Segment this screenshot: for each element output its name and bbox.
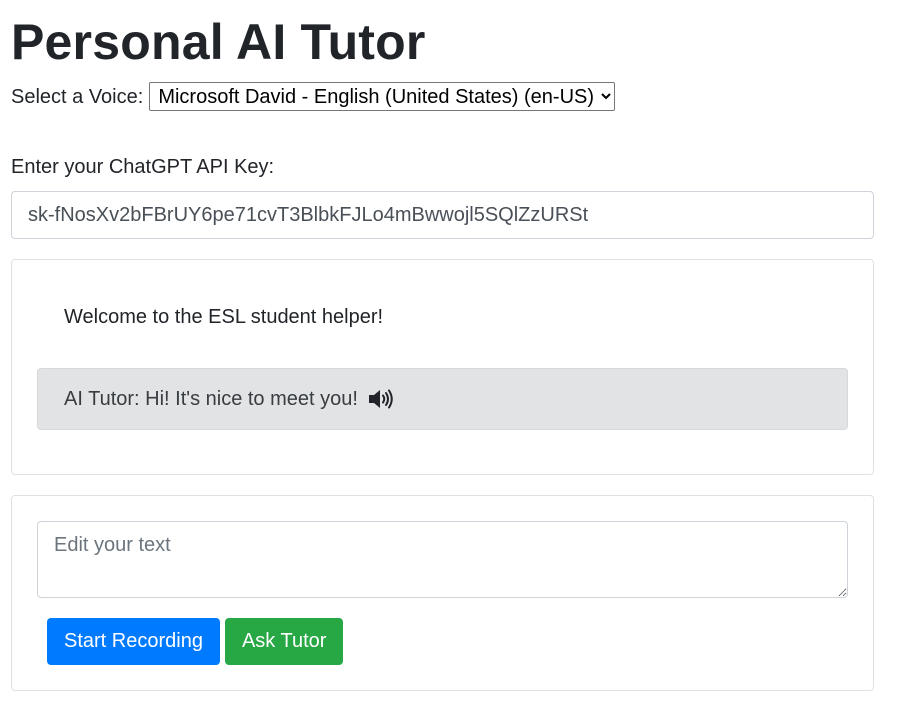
voice-selector-row: Select a Voice: Microsoft David - Englis… <box>11 82 889 111</box>
voice-select[interactable]: Microsoft David - English (United States… <box>149 82 616 111</box>
page-title: Personal AI Tutor <box>11 14 426 70</box>
tutor-message: AI Tutor: Hi! It's nice to meet you! <box>37 368 848 430</box>
chat-panel: Welcome to the ESL student helper! AI Tu… <box>11 259 874 475</box>
composer-buttons: Start Recording Ask Tutor <box>37 618 848 665</box>
speaker-icon[interactable] <box>368 388 394 410</box>
welcome-message: Welcome to the ESL student helper! <box>64 306 384 328</box>
composer-panel: Start Recording Ask Tutor <box>11 495 874 691</box>
tutor-message-text: AI Tutor: Hi! It's nice to meet you! <box>64 387 358 410</box>
page: Personal AI Tutor Select a Voice: Micros… <box>0 0 900 722</box>
api-key-input[interactable] <box>11 191 874 239</box>
voice-label: Select a Voice: <box>11 85 144 108</box>
ask-tutor-button[interactable]: Ask Tutor <box>224 618 344 665</box>
api-key-label: Enter your ChatGPT API Key: <box>11 156 275 178</box>
start-recording-button[interactable]: Start Recording <box>47 618 220 665</box>
edit-text-input[interactable] <box>37 521 848 598</box>
